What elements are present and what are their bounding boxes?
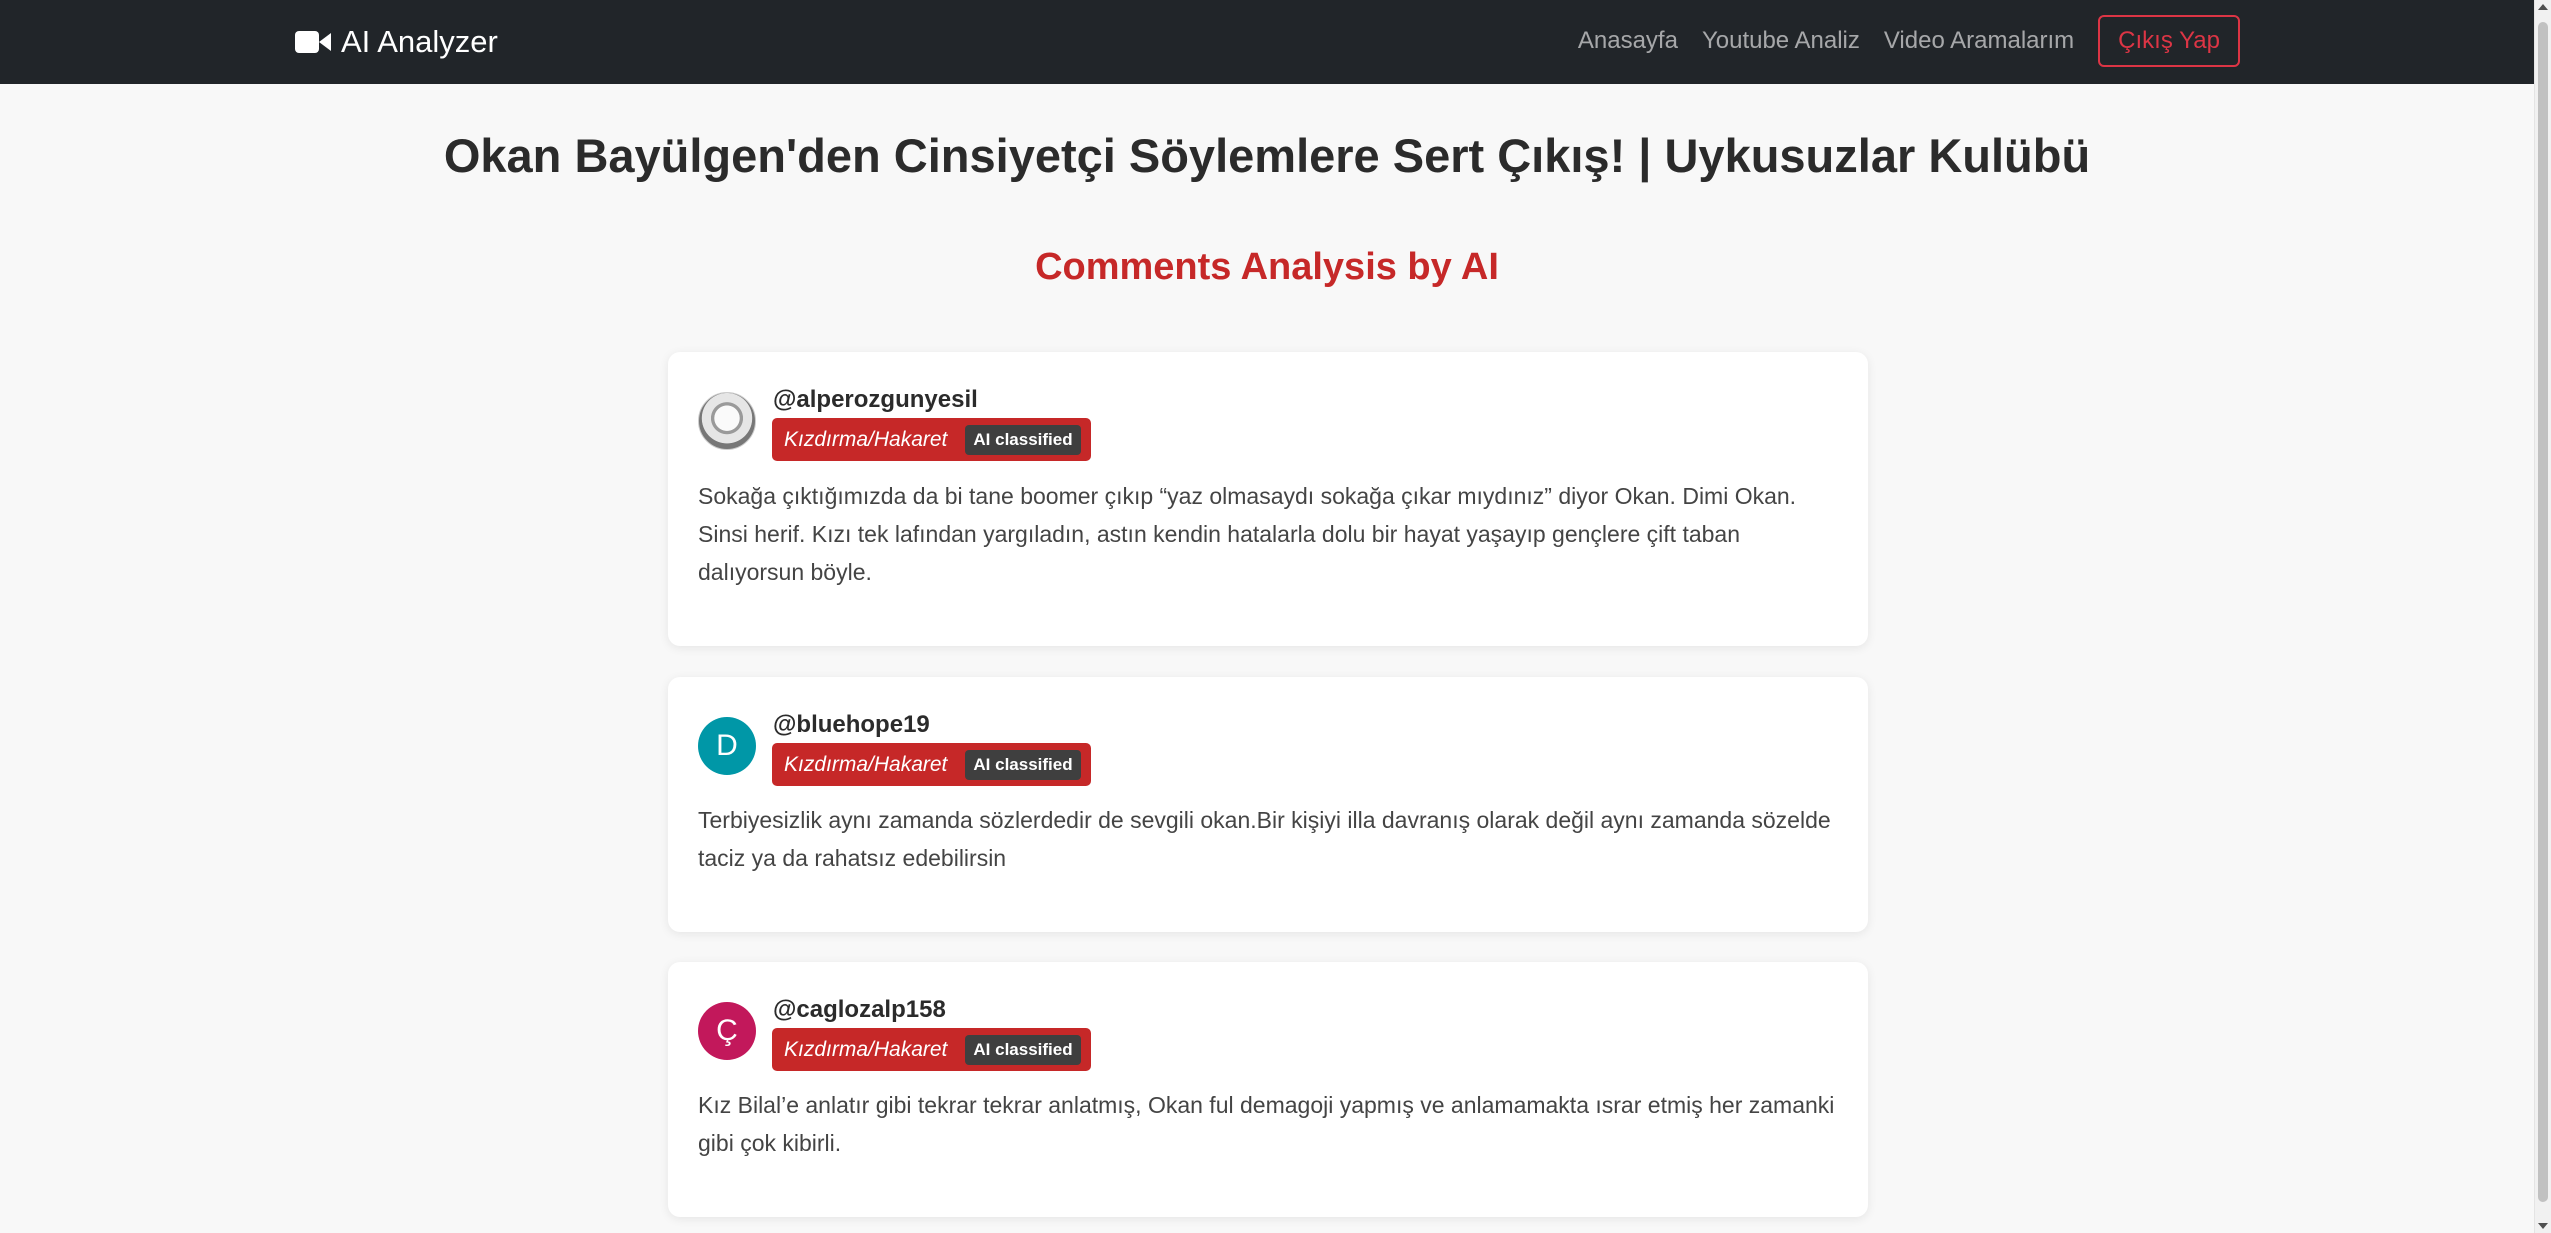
avatar: D [698,717,756,775]
ai-classified-badge: AI classified [965,424,1081,455]
nav-link-video-aramalarim[interactable]: Video Aramalarım [1884,27,2074,55]
classification-label-text: Kızdırma/Hakaret [784,427,948,451]
nav-links: Anasayfa Youtube Analiz Video Aramalarım… [1578,13,2240,69]
comment-card: @alperozgunyesil Kızdırma/Hakaret AI cla… [668,352,1868,646]
logout-button[interactable]: Çıkış Yap [2098,15,2240,67]
scrollbar-thumb[interactable] [2538,22,2548,1202]
classification-label: Kızdırma/Hakaret AI classified [772,1028,1091,1071]
video-title: Okan Bayülgen'den Cinsiyetçi Söylemlere … [443,129,2091,182]
classification-label-text: Kızdırma/Hakaret [784,752,948,776]
comment-text: Terbiyesizlik aynı zamanda sözlerdedir d… [698,807,1831,871]
brand-label: AI Analyzer [341,24,498,59]
section-title: Comments Analysis by AI [1035,246,1499,288]
comment-card: Ç @caglozalp158 Kızdırma/Hakaret AI clas… [668,962,1868,1217]
classification-label: Kızdırma/Hakaret AI classified [772,418,1091,461]
comment-card: D @bluehope19 Kızdırma/Hakaret AI classi… [668,677,1868,932]
avatar-letter: D [716,729,738,762]
scroll-up-arrow-icon[interactable] [2538,4,2548,10]
page-scrollbar[interactable] [2534,0,2551,1233]
classification-label-text: Kızdırma/Hakaret [784,1037,948,1061]
comment-username: @caglozalp158 [773,996,946,1023]
nav-link-youtube-analiz[interactable]: Youtube Analiz [1702,27,1860,55]
classification-label: Kızdırma/Hakaret AI classified [772,743,1091,786]
video-camera-icon [295,31,331,53]
brand-link[interactable]: AI Analyzer [295,21,498,63]
comment-text: Sokağa çıktığımızda da bi tane boomer çı… [698,483,1797,585]
ai-classified-badge: AI classified [965,1034,1081,1065]
avatar-letter: Ç [716,1014,738,1047]
navbar: AI Analyzer Anasayfa Youtube Analiz Vide… [0,0,2534,84]
scroll-down-arrow-icon[interactable] [2538,1223,2548,1229]
comment-username: @alperozgunyesil [773,386,978,413]
ai-classified-badge: AI classified [965,749,1081,780]
comment-username: @bluehope19 [773,711,930,738]
comment-text: Kız Bilal’e anlatır gibi tekrar tekrar a… [698,1092,1835,1156]
avatar [698,392,756,450]
avatar: Ç [698,1002,756,1060]
nav-link-anasayfa[interactable]: Anasayfa [1578,27,1678,55]
